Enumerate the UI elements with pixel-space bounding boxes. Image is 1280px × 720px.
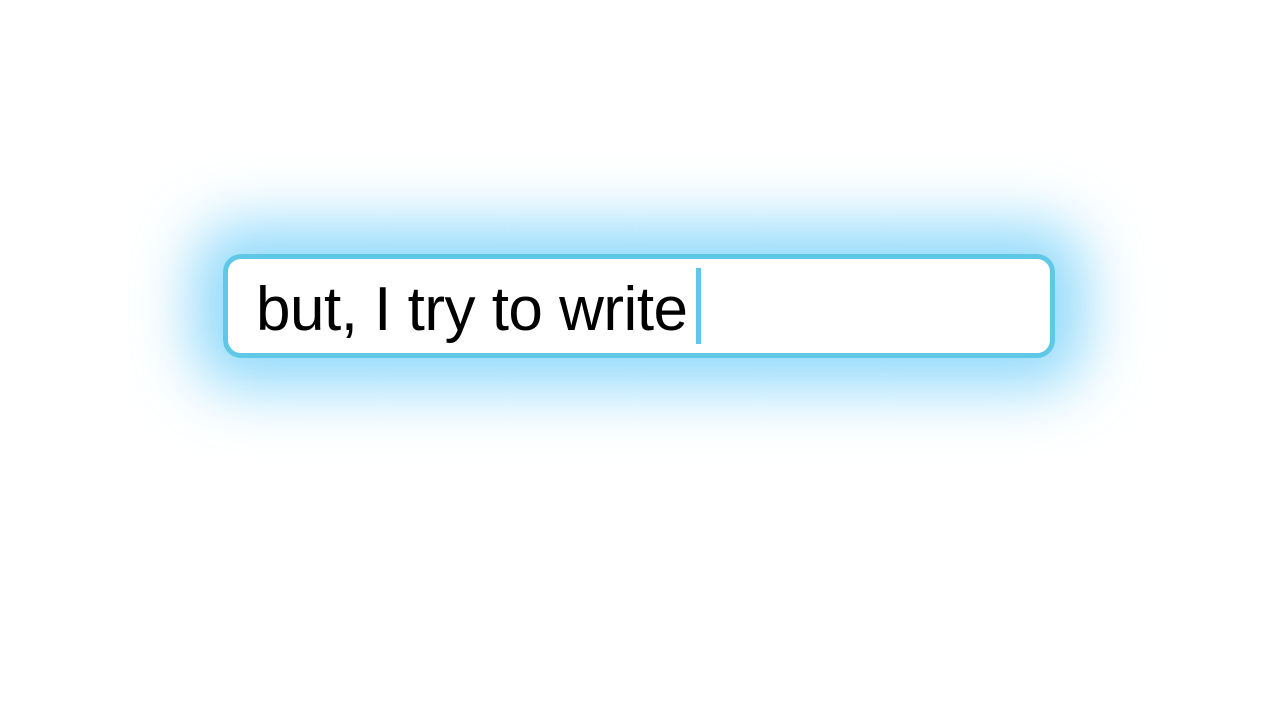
text-input-field[interactable]: but, I try to write [223, 254, 1055, 358]
canvas: but, I try to write [0, 0, 1280, 720]
text-cursor [695, 268, 701, 344]
text-input-value[interactable]: but, I try to write [256, 279, 688, 341]
